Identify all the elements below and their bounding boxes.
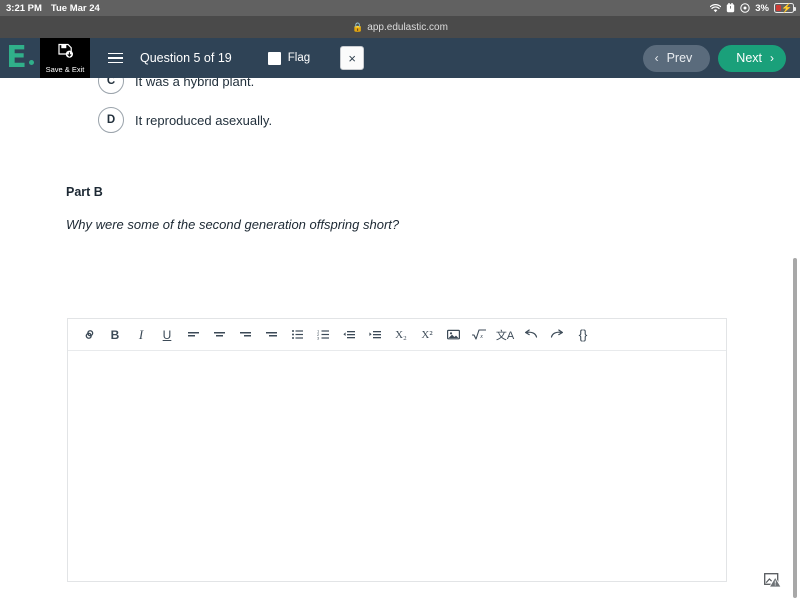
outdent-icon[interactable] — [336, 322, 362, 348]
url-text: app.edulastic.com — [367, 21, 448, 33]
undo-icon[interactable] — [518, 322, 544, 348]
part-b-label: Part B — [66, 185, 103, 199]
rich-text-answer-editor[interactable]: B I U 1 2 3 X₂ X² x 文A {} — [67, 318, 727, 582]
status-bar-right: 3% ⚡ — [710, 2, 796, 14]
save-and-exit-button[interactable]: Save & Exit — [40, 38, 90, 78]
indent-icon[interactable] — [362, 322, 388, 348]
justify-icon[interactable] — [258, 322, 284, 348]
special-characters-icon[interactable]: 文A — [492, 322, 518, 348]
lock-icon: 🔒 — [352, 21, 364, 32]
align-center-icon[interactable] — [206, 322, 232, 348]
do-not-disturb-icon — [740, 3, 750, 13]
question-counter: Question 5 of 19 — [140, 51, 232, 65]
option-text: It was a hybrid plant. — [135, 78, 255, 89]
prev-question-button[interactable]: ‹ Prev — [642, 44, 711, 72]
alarm-icon — [726, 3, 735, 13]
bullet-list-icon[interactable] — [284, 322, 310, 348]
underline-icon[interactable]: U — [154, 322, 180, 348]
insert-image-icon[interactable] — [440, 322, 466, 348]
status-time: 3:21 PM — [6, 2, 42, 14]
status-date: Tue Mar 24 — [50, 2, 100, 14]
answer-text-input[interactable] — [68, 351, 726, 581]
align-left-icon[interactable] — [180, 322, 206, 348]
ipad-status-bar: 3:21 PM Tue Mar 24 3% ⚡ — [0, 0, 800, 16]
next-question-button[interactable]: Next › — [718, 44, 786, 72]
logo-dot-icon — [28, 59, 34, 65]
subscript-icon[interactable]: X₂ — [388, 322, 414, 348]
link-icon[interactable] — [76, 322, 102, 348]
close-icon: × — [348, 50, 356, 66]
redo-icon[interactable] — [544, 322, 570, 348]
assessment-header-bar: E Save & Exit Question 5 of 19 Flag × ‹ … — [0, 38, 800, 78]
save-exit-label: Save & Exit — [45, 64, 85, 74]
next-button-label: Next — [736, 51, 762, 65]
bold-icon[interactable]: B — [102, 322, 128, 348]
part-b-question-text: Why were some of the second generation o… — [66, 217, 400, 232]
option-letter-circle[interactable]: D — [98, 107, 124, 133]
battery-percent-label: 3% — [755, 2, 769, 14]
math-formula-icon[interactable]: x — [466, 322, 492, 348]
source-code-icon[interactable]: {} — [570, 322, 596, 348]
svg-text:3: 3 — [317, 336, 320, 341]
hamburger-menu-icon[interactable] — [100, 38, 130, 78]
save-document-icon — [57, 43, 74, 65]
logo-letter: E — [6, 40, 27, 75]
page-scrollbar[interactable] — [791, 78, 800, 600]
editor-toolbar: B I U 1 2 3 X₂ X² x 文A {} — [68, 319, 726, 351]
browser-url-bar[interactable]: 🔒 app.edulastic.com — [0, 16, 800, 38]
prev-button-label: Prev — [666, 51, 693, 65]
scrollbar-thumb[interactable] — [793, 258, 797, 598]
numbered-list-icon[interactable]: 1 2 3 — [310, 322, 336, 348]
battery-charging-icon: ⚡ — [774, 3, 796, 13]
align-right-icon[interactable] — [232, 322, 258, 348]
answer-option-c[interactable]: C It was a hybrid plant. — [0, 78, 800, 94]
chevron-right-icon: › — [770, 51, 774, 65]
wifi-icon — [710, 3, 722, 13]
flag-checkbox-box[interactable] — [267, 51, 281, 65]
flag-label: Flag — [287, 52, 311, 64]
status-bar-left: 3:21 PM Tue Mar 24 — [6, 3, 100, 14]
option-letter-circle[interactable]: C — [98, 78, 124, 94]
navigation-buttons: ‹ Prev Next › — [642, 44, 800, 72]
option-text: It reproduced asexually. — [135, 112, 273, 128]
italic-icon[interactable]: I — [128, 322, 154, 348]
chevron-left-icon: ‹ — [654, 51, 659, 65]
flag-question-checkbox[interactable]: Flag — [267, 51, 311, 65]
answer-option-d[interactable]: D It reproduced asexually. — [0, 107, 800, 133]
broken-image-icon — [764, 573, 782, 588]
svg-text:x: x — [479, 334, 483, 340]
question-content-area: C It was a hybrid plant. D It reproduced… — [0, 78, 800, 600]
close-button[interactable]: × — [340, 46, 365, 70]
edulastic-logo[interactable]: E — [0, 38, 40, 78]
superscript-icon[interactable]: X² — [414, 322, 440, 348]
